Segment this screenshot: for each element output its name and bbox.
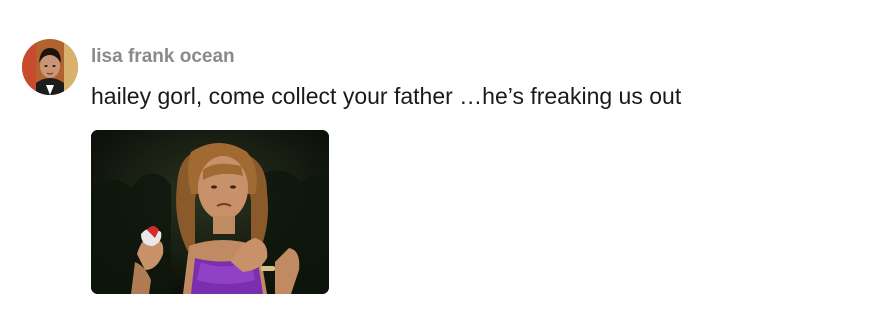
user-avatar-icon[interactable] (22, 39, 78, 95)
author-name[interactable]: lisa frank ocean (91, 46, 235, 68)
reaction-gif-image[interactable] (91, 130, 329, 294)
comment-text: hailey gorl, come collect your father …h… (91, 83, 682, 109)
